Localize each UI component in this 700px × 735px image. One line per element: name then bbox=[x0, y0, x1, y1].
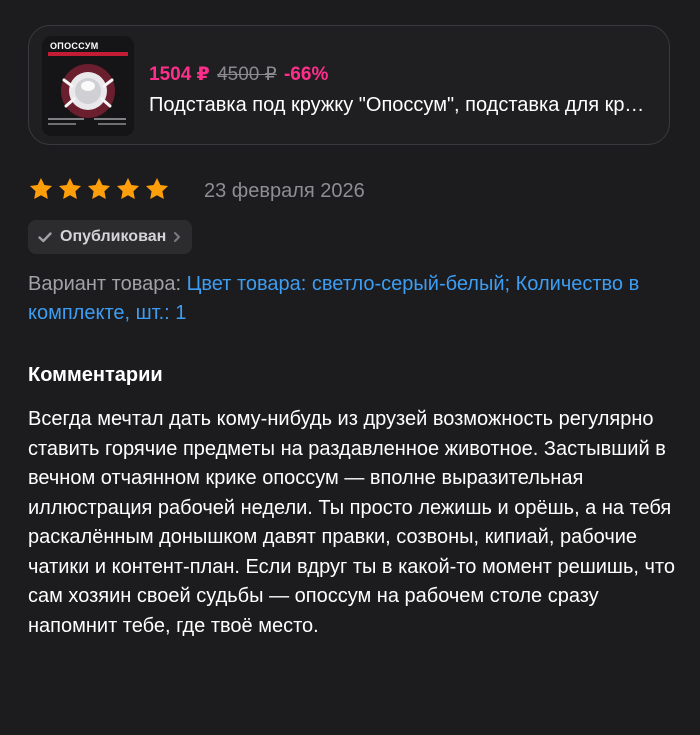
price-old: 4500 ₽ bbox=[217, 64, 277, 85]
price-current: 1504 ₽ bbox=[149, 64, 210, 85]
product-image[interactable]: ОПОССУМ bbox=[42, 36, 134, 136]
review-date: 23 февраля 2026 bbox=[204, 180, 365, 202]
opossum-coaster-illustration bbox=[42, 36, 134, 136]
product-variant: Вариант товара: Цвет товара: светло-серы… bbox=[28, 270, 668, 328]
product-card[interactable]: ОПОССУМ 1504 ₽ 4500 ₽ -66% Подставка под… bbox=[28, 25, 670, 145]
comments-heading: Комментарии bbox=[28, 364, 163, 386]
discount-badge: -66% bbox=[283, 64, 329, 85]
star-icon bbox=[145, 177, 169, 199]
product-title[interactable]: Подставка под кружку "Опоссум", подставк… bbox=[149, 92, 654, 118]
star-icon bbox=[87, 177, 111, 199]
star-icon bbox=[58, 177, 82, 199]
checkmark-icon bbox=[38, 232, 52, 243]
variant-label: Вариант товара: bbox=[28, 273, 182, 295]
status-badge[interactable]: Опубликован bbox=[28, 220, 193, 254]
price-row: 1504 ₽ 4500 ₽ -66% bbox=[149, 64, 328, 86]
product-image-brand: ОПОССУМ bbox=[50, 41, 99, 51]
star-icon bbox=[29, 177, 53, 199]
star-rating bbox=[28, 176, 170, 202]
status-label: Опубликован bbox=[60, 228, 167, 245]
review-comment: Всегда мечтал дать кому-нибудь из друзей… bbox=[28, 408, 675, 637]
chevron-right-icon bbox=[174, 232, 181, 242]
star-icon bbox=[116, 177, 140, 199]
